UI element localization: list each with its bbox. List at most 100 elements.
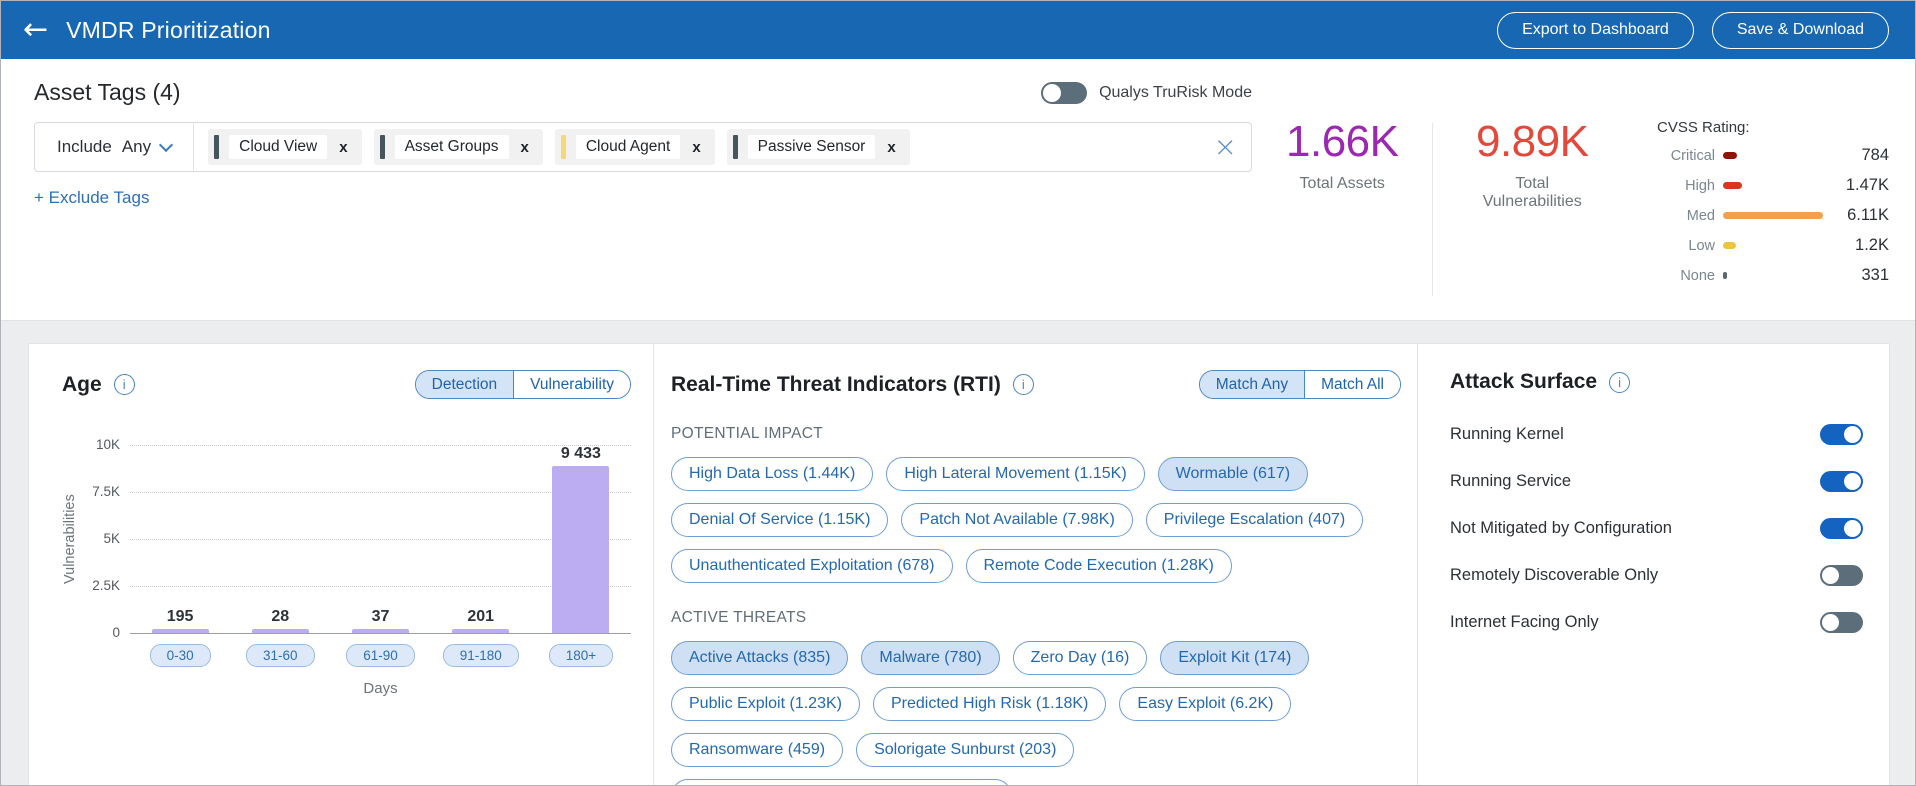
rti-match-segment[interactable]: Match Any xyxy=(1199,371,1305,398)
chart-bar-slot: 28 xyxy=(230,445,330,633)
attack-surface-title: Attack Surface xyxy=(1450,370,1598,393)
chart-bar-slot: 37 xyxy=(330,445,430,633)
rti-filter-pill[interactable]: Malware (780) xyxy=(861,641,1000,675)
x-category-pill[interactable]: 31-60 xyxy=(246,644,315,667)
rti-filter-pill[interactable]: Wormable (617) xyxy=(1157,457,1309,491)
age-mode-segment[interactable]: Vulnerability xyxy=(513,371,630,398)
prioritization-card: Age i Detection Vulnerability Vulnerabil… xyxy=(28,343,1890,785)
age-bar-chart: Vulnerabilities 10K 7.5K 5K 2.5K 0 195 2… xyxy=(62,433,631,697)
exclude-tags-link[interactable]: + Exclude Tags xyxy=(34,188,149,208)
attack-surface-toggle[interactable] xyxy=(1820,424,1863,445)
x-category-slot: 31-60 xyxy=(230,644,330,667)
tag-label: Asset Groups xyxy=(394,135,509,159)
bar-value-label: 28 xyxy=(271,608,290,626)
trurisk-mode-label: Qualys TruRisk Mode xyxy=(1099,83,1252,101)
tag-label: Cloud Agent xyxy=(575,135,681,159)
total-vulnerabilities-value: 9.89K xyxy=(1475,117,1589,166)
cvss-row: Low 1.2K xyxy=(1657,236,1889,255)
cvss-severity-bar xyxy=(1723,212,1823,219)
cvss-severity-count: 331 xyxy=(1861,266,1889,284)
x-category-slot: 0-30 xyxy=(130,644,230,667)
rti-filter-pill[interactable]: CISA Known Exploited Vulnerabilities (54… xyxy=(671,779,1013,785)
age-panel: Age i Detection Vulnerability Vulnerabil… xyxy=(29,344,653,785)
rti-filter-pill[interactable]: Public Exploit (1.23K) xyxy=(671,687,860,721)
attack-surface-toggles: Running Kernel Running Service Not Mitig… xyxy=(1450,424,1863,633)
x-axis-label: Days xyxy=(363,680,398,697)
export-to-dashboard-button[interactable]: Export to Dashboard xyxy=(1497,11,1694,49)
attack-surface-toggle[interactable] xyxy=(1820,612,1863,633)
page-title: VMDR Prioritization xyxy=(66,16,271,43)
age-bar[interactable] xyxy=(352,629,409,633)
x-category-pill[interactable]: 180+ xyxy=(548,644,614,667)
tag-chip: Asset Groups x xyxy=(373,129,543,165)
cvss-bar-track xyxy=(1723,242,1823,249)
x-category-slot: 91-180 xyxy=(431,644,531,667)
age-bar[interactable] xyxy=(251,629,309,633)
rti-filter-pill[interactable]: Ransomware (459) xyxy=(671,733,844,767)
cvss-rating-panel: CVSS Rating: Critical 784 High 1.47K Med… xyxy=(1657,119,1889,296)
total-assets-stat: 1.66K Total Assets xyxy=(1252,118,1432,193)
attack-surface-toggle[interactable] xyxy=(1820,471,1863,492)
rti-filter-pill[interactable]: Unauthenticated Exploitation (678) xyxy=(671,549,953,583)
include-value: Any xyxy=(121,137,152,156)
save-and-download-button[interactable]: Save & Download xyxy=(1711,11,1889,49)
remove-tag-icon[interactable]: x xyxy=(519,139,531,156)
remove-tag-icon[interactable]: x xyxy=(337,139,349,156)
rti-filter-pill[interactable]: Solorigate Sunburst (203) xyxy=(856,733,1075,767)
total-vulnerabilities-label: Total Vulnerabilities xyxy=(1482,175,1582,211)
tag-color-bar xyxy=(379,135,385,159)
chevron-down-icon xyxy=(159,137,174,152)
include-dropdown[interactable]: Include Any xyxy=(35,123,195,171)
tag-chip: Cloud Agent x xyxy=(554,129,715,165)
rti-filter-pill[interactable]: Remote Code Execution (1.28K) xyxy=(965,549,1232,583)
potential-impact-pills: High Data Loss (1.44K) High Lateral Move… xyxy=(671,457,1371,583)
bar-value-label: 195 xyxy=(166,608,194,626)
asset-tags-input[interactable]: Include Any Cloud View x Asset Groups x … xyxy=(34,122,1252,172)
cvss-severity-bar xyxy=(1723,152,1737,159)
y-axis-ticks: 10K 7.5K 5K 2.5K 0 xyxy=(92,437,120,640)
rti-filter-pill[interactable]: Easy Exploit (6.2K) xyxy=(1119,687,1292,721)
age-mode-toggle: Detection Vulnerability xyxy=(414,370,631,399)
rti-filter-pill[interactable]: Zero Day (16) xyxy=(1012,641,1148,675)
cvss-severity-bar xyxy=(1723,182,1742,189)
remove-tag-icon[interactable]: x xyxy=(690,139,702,156)
rti-filter-pill[interactable]: Patch Not Available (7.98K) xyxy=(901,503,1133,537)
rti-filter-pill[interactable]: High Data Loss (1.44K) xyxy=(671,457,874,491)
app-header: ← VMDR Prioritization Export to Dashboar… xyxy=(1,1,1915,59)
y-axis-label: Vulnerabilities xyxy=(62,494,78,584)
cvss-severity-count: 1.47K xyxy=(1845,176,1889,194)
age-bar[interactable] xyxy=(452,629,510,633)
trurisk-mode-toggle[interactable] xyxy=(1041,81,1088,104)
attack-surface-toggle-label: Running Kernel xyxy=(1450,425,1564,443)
age-mode-segment[interactable]: Detection xyxy=(415,371,514,398)
age-info-icon[interactable]: i xyxy=(113,374,135,395)
rti-filter-pill[interactable]: Predicted High Risk (1.18K) xyxy=(872,687,1107,721)
x-category-pill[interactable]: 61-90 xyxy=(346,644,415,667)
attack-surface-toggle[interactable] xyxy=(1820,565,1863,586)
rti-filter-pill[interactable]: Privilege Escalation (407) xyxy=(1145,503,1364,537)
back-arrow-icon[interactable]: ← xyxy=(23,15,48,45)
age-bar[interactable] xyxy=(151,629,209,633)
cvss-severity-count: 6.11K xyxy=(1847,206,1889,224)
chart-bar-slot: 201 xyxy=(431,445,531,633)
rti-info-icon[interactable]: i xyxy=(1012,374,1034,395)
x-category-pill[interactable]: 91-180 xyxy=(442,644,519,667)
remove-tag-icon[interactable]: x xyxy=(885,139,897,156)
attack-surface-toggle[interactable] xyxy=(1820,518,1863,539)
cvss-severity-label: Med xyxy=(1686,207,1715,224)
rti-filter-pill[interactable]: Active Attacks (835) xyxy=(671,641,849,675)
attack-surface-panel: Attack Surface i Running Kernel Running … xyxy=(1417,344,1889,785)
rti-filter-pill[interactable]: High Lateral Movement (1.15K) xyxy=(886,457,1145,491)
attack-surface-info-icon[interactable]: i xyxy=(1609,371,1631,393)
age-bar[interactable] xyxy=(552,466,610,633)
cvss-severity-bar xyxy=(1723,242,1736,249)
chart-bars: 195 28 37 201 9 433 xyxy=(130,445,631,633)
cvss-bar-track xyxy=(1723,272,1823,279)
x-category-pill[interactable]: 0-30 xyxy=(149,644,211,667)
rti-match-segment[interactable]: Match All xyxy=(1304,371,1400,398)
rti-filter-pill[interactable]: Exploit Kit (174) xyxy=(1160,641,1310,675)
rti-filter-pill[interactable]: Denial Of Service (1.15K) xyxy=(671,503,889,537)
x-category-slot: 180+ xyxy=(531,644,631,667)
clear-tags-icon[interactable]: × xyxy=(1214,133,1237,161)
x-axis-category-pills: 0-30 31-60 61-90 91-180 180+ xyxy=(130,644,631,667)
